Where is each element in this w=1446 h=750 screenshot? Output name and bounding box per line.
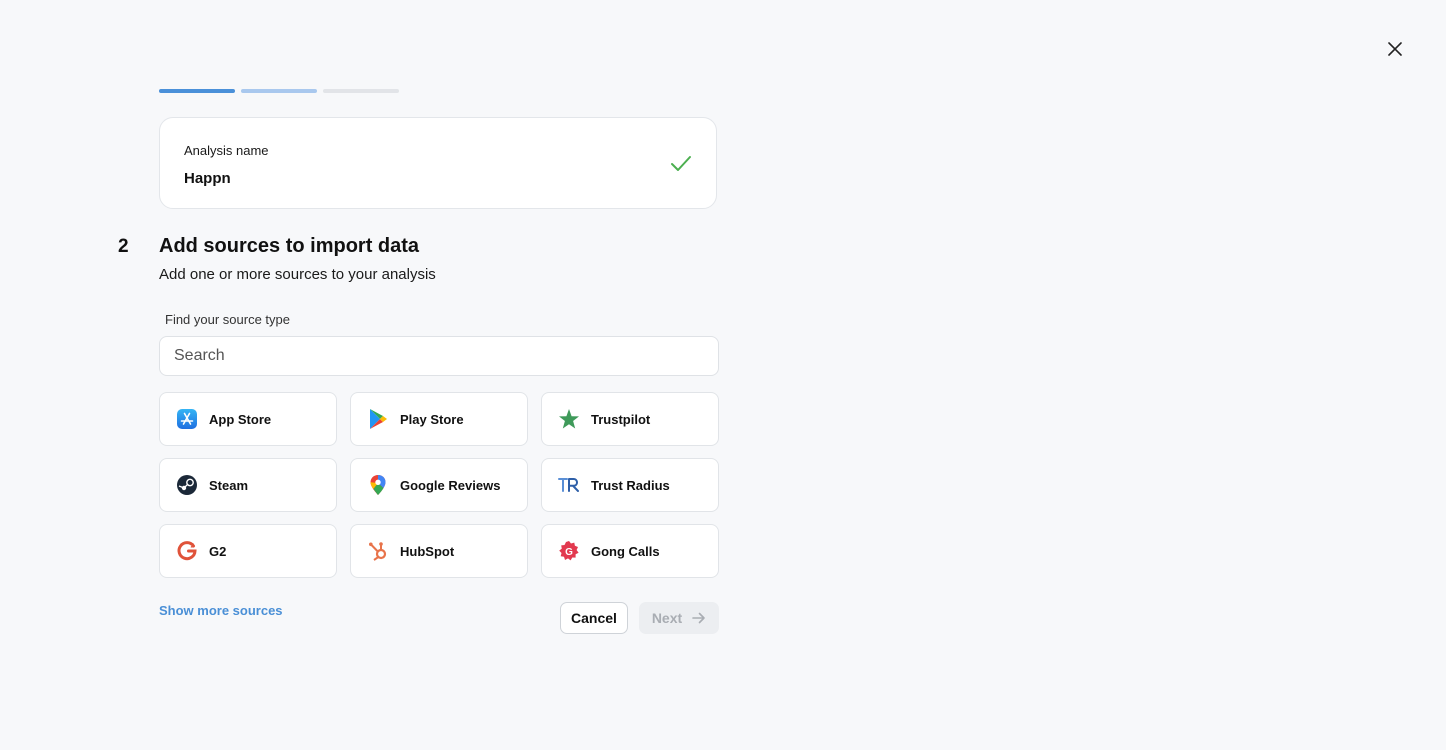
source-app-store[interactable]: App Store: [159, 392, 337, 446]
source-label: Trust Radius: [591, 477, 670, 493]
next-button[interactable]: Next: [639, 602, 719, 634]
source-label: App Store: [209, 411, 272, 427]
step-number: 2: [118, 236, 129, 257]
svg-text:G: G: [565, 547, 573, 558]
step-subtitle: Add one or more sources to your analysis: [159, 266, 436, 283]
analysis-name-label: Analysis name: [184, 143, 269, 158]
trustpilot-star-icon: [558, 408, 580, 430]
gong-icon: G: [558, 540, 580, 562]
play-store-icon: [367, 408, 389, 430]
source-label: Trustpilot: [591, 411, 651, 427]
source-label: Play Store: [400, 411, 464, 427]
source-label: Steam: [209, 477, 249, 493]
app-store-icon: [176, 408, 198, 430]
source-label: Google Reviews: [400, 477, 501, 493]
g2-icon: 2: [176, 540, 198, 562]
google-maps-pin-icon: [367, 474, 389, 496]
step-title: Add sources to import data: [159, 235, 420, 257]
cancel-label: Cancel: [571, 610, 617, 626]
progress-step-2: [241, 89, 317, 93]
cancel-button[interactable]: Cancel: [560, 602, 628, 634]
source-trust-radius[interactable]: Trust Radius: [541, 458, 719, 512]
progress-step-1: [159, 89, 235, 93]
source-grid: App Store Play Store Trustpilot Steam Go…: [159, 392, 719, 578]
source-play-store[interactable]: Play Store: [350, 392, 528, 446]
source-gong-calls[interactable]: G Gong Calls: [541, 524, 719, 578]
steam-icon: [176, 474, 198, 496]
source-trustpilot[interactable]: Trustpilot: [541, 392, 719, 446]
source-g2[interactable]: 2 G2: [159, 524, 337, 578]
close-button[interactable]: [1384, 38, 1406, 60]
next-label: Next: [651, 610, 683, 626]
search-input[interactable]: [159, 336, 719, 376]
check-icon: [671, 156, 691, 171]
progress-step-3: [323, 89, 399, 93]
show-more-sources-link[interactable]: Show more sources: [159, 603, 283, 618]
source-label: G2: [209, 543, 227, 559]
analysis-name-value: Happn: [184, 170, 231, 187]
analysis-name-card[interactable]: Analysis name Happn: [159, 117, 717, 209]
arrow-right-icon: [692, 612, 705, 624]
source-label: HubSpot: [400, 543, 455, 559]
step-progress: [159, 89, 399, 93]
source-google-reviews[interactable]: Google Reviews: [350, 458, 528, 512]
trust-radius-icon: [558, 474, 580, 496]
close-icon: [1388, 42, 1402, 56]
search-label: Find your source type: [165, 312, 291, 327]
hubspot-icon: [367, 540, 389, 562]
svg-text:2: 2: [191, 543, 195, 550]
source-hubspot[interactable]: HubSpot: [350, 524, 528, 578]
source-steam[interactable]: Steam: [159, 458, 337, 512]
source-label: Gong Calls: [591, 543, 660, 559]
